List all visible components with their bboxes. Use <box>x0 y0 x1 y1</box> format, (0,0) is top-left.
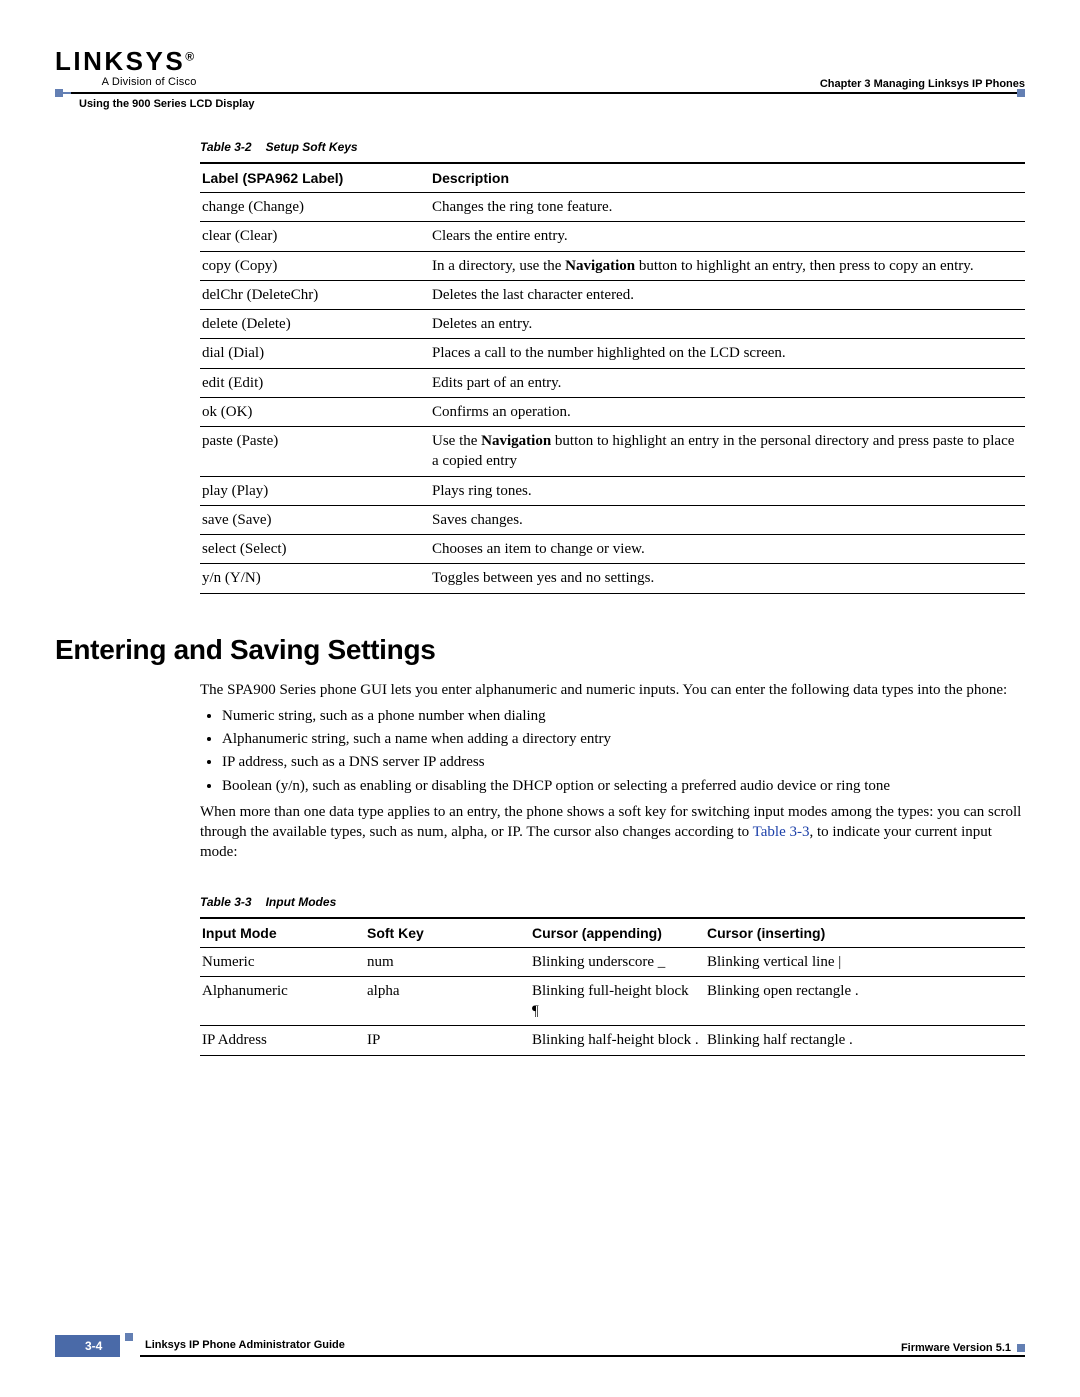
table-row: Alphanumeric alpha Blinking full-height … <box>200 976 1025 1026</box>
footer-guide-title: Linksys IP Phone Administrator Guide <box>145 1339 345 1351</box>
header-rule <box>55 92 1025 94</box>
page-footer: Linksys IP Phone Administrator Guide 3-4… <box>55 1355 1025 1357</box>
col-label: Label (SPA962 Label) <box>200 163 430 193</box>
list-item: Boolean (y/n), such as enabling or disab… <box>222 776 1025 796</box>
page-header: LINKSYS® A Division of Cisco Chapter 3 M… <box>55 40 1025 108</box>
list-item: Numeric string, such as a phone number w… <box>222 706 1025 726</box>
table-row: delChr (DeleteChr)Deletes the last chara… <box>200 280 1025 309</box>
table-row: play (Play)Plays ring tones. <box>200 476 1025 505</box>
table-3-2-caption: Table 3-2Setup Soft Keys <box>200 140 1025 154</box>
table-3-3-link[interactable]: Table 3-3 <box>753 824 810 840</box>
logo-subtext: A Division of Cisco <box>55 76 197 88</box>
table-row: delete (Delete)Deletes an entry. <box>200 310 1025 339</box>
table-row: Numeric num Blinking underscore _ Blinki… <box>200 947 1025 976</box>
col-cursor-appending: Cursor (appending) <box>530 918 705 948</box>
section-reference: Using the 900 Series LCD Display <box>79 98 254 110</box>
table-row: dial (Dial)Places a call to the number h… <box>200 339 1025 368</box>
table-row: y/n (Y/N)Toggles between yes and no sett… <box>200 564 1025 593</box>
firmware-version: Firmware Version 5.1 <box>901 1342 1025 1354</box>
section-heading: Entering and Saving Settings <box>55 634 1025 666</box>
logo-text: LINKSYS® <box>55 48 197 74</box>
table-3-3-caption: Table 3-3Input Modes <box>200 895 1025 909</box>
table-row: copy (Copy)In a directory, use the Navig… <box>200 251 1025 280</box>
table-row: change (Change)Changes the ring tone fea… <box>200 193 1025 222</box>
table-row: IP Address IP Blinking half-height block… <box>200 1026 1025 1055</box>
table-row: select (Select)Chooses an item to change… <box>200 535 1025 564</box>
table-row: edit (Edit)Edits part of an entry. <box>200 368 1025 397</box>
table-row: save (Save)Saves changes. <box>200 505 1025 534</box>
chapter-label: Chapter 3 Managing Linksys IP Phones <box>820 78 1025 90</box>
col-input-mode: Input Mode <box>200 918 365 948</box>
list-item: IP address, such as a DNS server IP addr… <box>222 752 1025 772</box>
input-mode-paragraph: When more than one data type applies to … <box>200 802 1025 863</box>
intro-paragraph: The SPA900 Series phone GUI lets you ent… <box>200 680 1025 700</box>
table-input-modes: Input Mode Soft Key Cursor (appending) C… <box>200 917 1025 1056</box>
table-row: clear (Clear)Clears the entire entry. <box>200 222 1025 251</box>
table-row: paste (Paste)Use the Navigation button t… <box>200 427 1025 477</box>
col-cursor-inserting: Cursor (inserting) <box>705 918 1025 948</box>
logo: LINKSYS® A Division of Cisco <box>55 48 197 88</box>
list-item: Alphanumeric string, such a name when ad… <box>222 729 1025 749</box>
col-soft-key: Soft Key <box>365 918 530 948</box>
data-type-list: Numeric string, such as a phone number w… <box>222 706 1025 796</box>
page-number: 3-4 <box>55 1335 120 1357</box>
table-row: ok (OK)Confirms an operation. <box>200 397 1025 426</box>
table-setup-soft-keys: Label (SPA962 Label) Description change … <box>200 162 1025 594</box>
col-description: Description <box>430 163 1025 193</box>
